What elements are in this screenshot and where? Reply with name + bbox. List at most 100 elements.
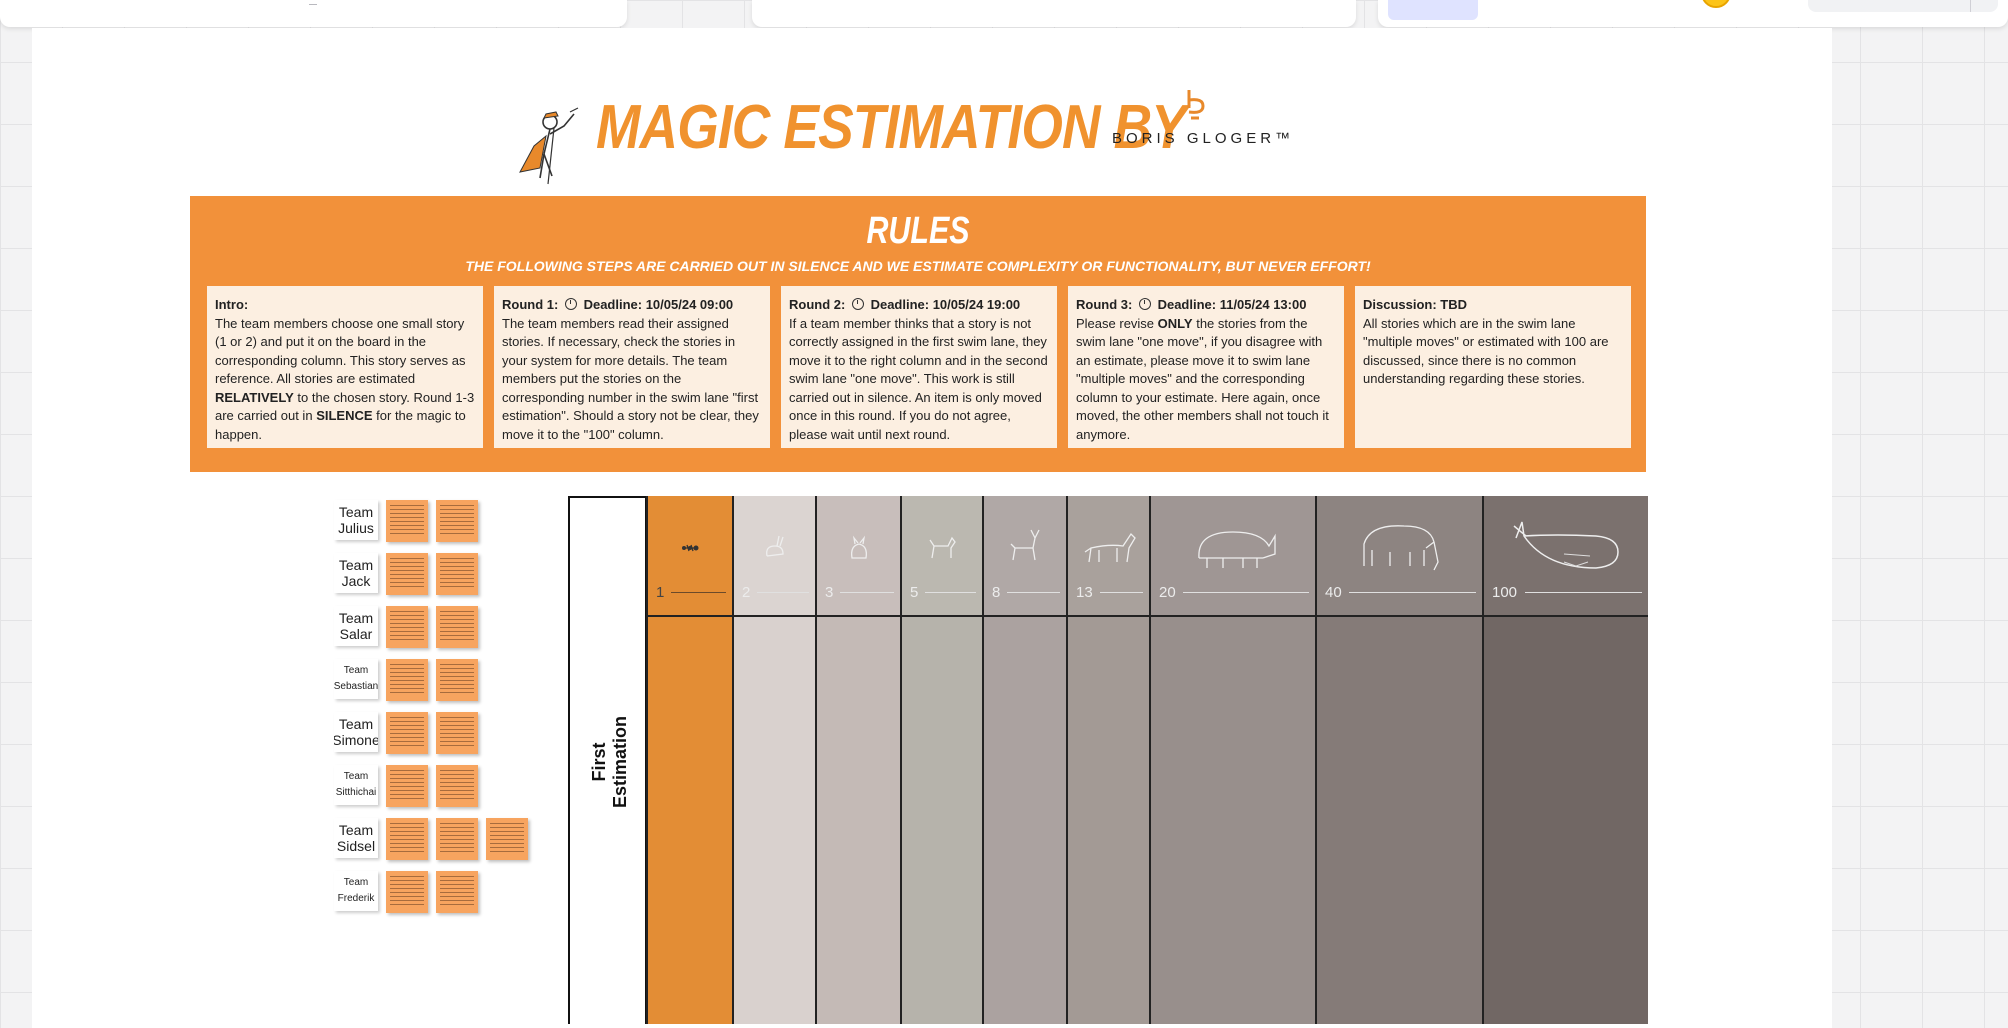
estimation-column-3[interactable]: 3 [815, 496, 900, 1024]
intro-text: The team members choose one small story … [215, 315, 466, 387]
round2-text: If a team member thinks that a story is … [789, 315, 1048, 442]
story-sticky-note[interactable] [386, 553, 428, 595]
story-sticky-note[interactable] [436, 871, 478, 913]
team-label[interactable]: Team Julius [334, 500, 378, 540]
elephant-icon [1317, 514, 1482, 582]
top-toolbar-left [0, 0, 627, 27]
deer-icon [984, 514, 1066, 582]
toolbar-tab-button[interactable] [1388, 0, 1478, 20]
column-header: 5 [902, 496, 982, 617]
boris-gloger-logo-icon [1187, 90, 1205, 120]
story-sticky-note[interactable] [436, 818, 478, 860]
column-header: 3 [817, 496, 900, 617]
swim-lane-label: First Estimation [588, 715, 630, 809]
toolbar-chevron-icon[interactable] [309, 0, 317, 5]
timer-icon [1138, 298, 1151, 310]
team-label[interactable]: Team Salar [334, 606, 378, 646]
column-header: 40 [1317, 496, 1482, 617]
column-divider-line [1349, 592, 1476, 593]
estimation-column-100[interactable]: 100 [1482, 496, 1648, 1024]
column-divider-line [1007, 592, 1060, 593]
horse-icon [1068, 514, 1149, 582]
rabbit-icon [734, 514, 815, 582]
top-toolbar-right [1378, 0, 2008, 27]
intro-emphasis-relatively: RELATIVELY [215, 389, 294, 405]
rule-card-round3: Round 3: Deadline: 11/05/24 13:00 Please… [1068, 286, 1344, 448]
story-sticky-note[interactable] [386, 712, 428, 754]
rule-card-round2: Round 2: Deadline: 10/05/24 19:00 If a t… [781, 286, 1057, 448]
lane-separator [902, 615, 982, 617]
user-avatar-icon[interactable] [1701, 0, 1731, 8]
lane-separator [817, 615, 900, 617]
story-sticky-note[interactable] [386, 765, 428, 807]
lane-separator [648, 615, 732, 617]
ant-icon [648, 514, 732, 582]
timer-icon [851, 298, 864, 310]
toolbar-field[interactable] [1808, 0, 1998, 12]
intro-emphasis-silence: SILENCE [316, 408, 373, 423]
rhino-icon [1151, 514, 1315, 582]
swim-lane-first-estimation: First Estimation [568, 496, 647, 1024]
team-label[interactable]: Team Frederik [334, 871, 378, 911]
estimation-column-5[interactable]: 5 [900, 496, 982, 1024]
story-sticky-note[interactable] [436, 500, 478, 542]
column-divider-line [757, 592, 809, 593]
cat-icon [817, 514, 900, 582]
column-value: 8 [992, 584, 1001, 601]
team-label[interactable]: Team Sebastian [334, 659, 378, 699]
story-sticky-note[interactable] [486, 818, 528, 860]
round3-emphasis-only: ONLY [1157, 315, 1193, 331]
column-header: 100 [1484, 496, 1648, 617]
story-sticky-note[interactable] [386, 871, 428, 913]
round2-deadline: Deadline: 10/05/24 19:00 [870, 297, 1021, 312]
story-sticky-note[interactable] [436, 659, 478, 701]
lane-separator [734, 615, 815, 617]
column-value: 1 [656, 584, 665, 601]
team-label[interactable]: Team Sitthichai [334, 765, 378, 805]
column-header: 1 [648, 496, 732, 617]
story-sticky-note[interactable] [436, 606, 478, 648]
rules-subtitle: The following steps are carried out in s… [465, 258, 1371, 274]
column-header: 13 [1068, 496, 1149, 617]
team-label[interactable]: Team Simone [334, 712, 378, 752]
column-value: 20 [1159, 584, 1176, 601]
dog-icon [902, 514, 982, 582]
board-title: Magic Estimation by [596, 93, 1187, 162]
round3-text: Please revise [1076, 315, 1155, 331]
round3-heading: Round 3: Deadline: 11/05/24 13:00 [1076, 297, 1307, 312]
intro-label: Intro: [215, 297, 249, 312]
story-sticky-note[interactable] [386, 500, 428, 542]
column-header: 8 [984, 496, 1066, 617]
estimation-column-40[interactable]: 40 [1315, 496, 1482, 1024]
logo-text: BORIS GLOGER™ [1112, 130, 1295, 147]
rules-panel: Rules The following steps are carried ou… [190, 196, 1646, 472]
rule-card-round1: Round 1: Deadline: 10/05/24 09:00 The te… [494, 286, 770, 448]
column-value: 13 [1076, 584, 1093, 601]
estimation-column-2[interactable]: 2 [732, 496, 815, 1024]
column-divider-line [1183, 592, 1309, 593]
lane-separator [1484, 615, 1648, 617]
story-sticky-note[interactable] [436, 765, 478, 807]
team-label[interactable]: Team Jack [334, 553, 378, 593]
rule-card-intro: Intro: The team members choose one small… [207, 286, 483, 448]
round1-deadline: Deadline: 10/05/24 09:00 [583, 297, 734, 312]
round3-text-2: the stories from the swim lane "one move… [1076, 315, 1329, 442]
story-sticky-note[interactable] [436, 553, 478, 595]
lane-separator [1151, 615, 1315, 617]
timer-icon [564, 298, 577, 310]
lane-separator [1317, 615, 1482, 617]
column-divider-line [1525, 592, 1642, 593]
story-sticky-note[interactable] [386, 606, 428, 648]
team-label[interactable]: Team Sidsel [334, 818, 378, 858]
estimation-column-20[interactable]: 20 [1149, 496, 1315, 1024]
estimation-column-1[interactable]: 1 [646, 496, 732, 1024]
column-value: 5 [910, 584, 919, 601]
estimation-column-13[interactable]: 13 [1066, 496, 1149, 1024]
whale-icon [1484, 514, 1648, 582]
round2-heading: Round 2: Deadline: 10/05/24 19:00 [789, 297, 1021, 312]
story-sticky-note[interactable] [386, 659, 428, 701]
estimation-column-8[interactable]: 8 [982, 496, 1066, 1024]
column-divider-line [671, 592, 726, 593]
story-sticky-note[interactable] [386, 818, 428, 860]
story-sticky-note[interactable] [436, 712, 478, 754]
